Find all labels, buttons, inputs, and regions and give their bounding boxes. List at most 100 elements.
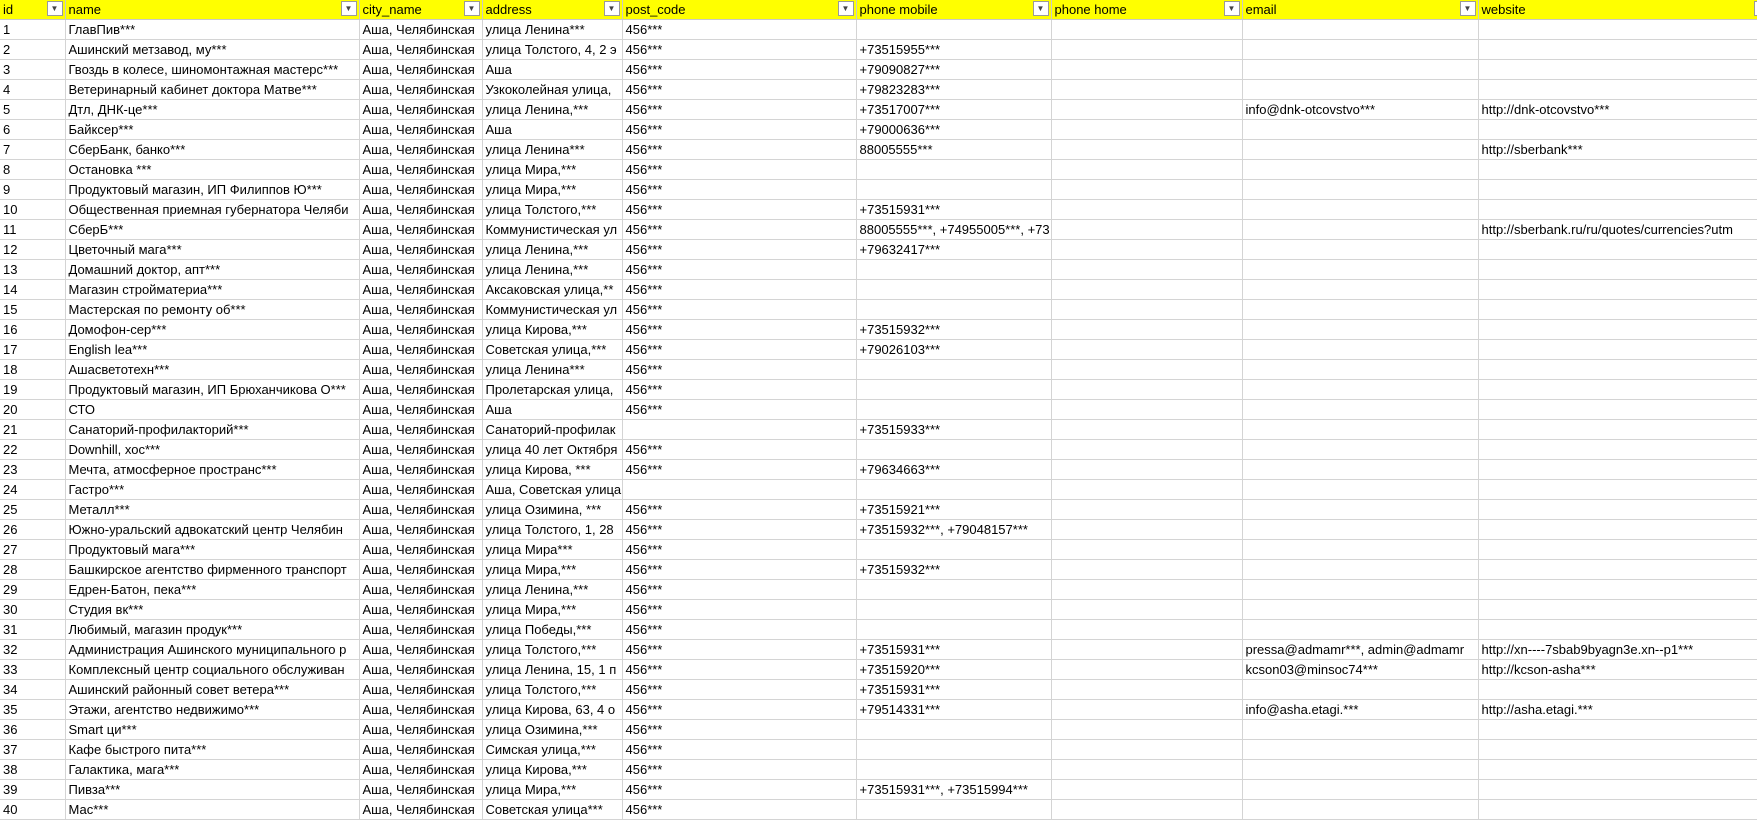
cell-address[interactable]: улица Ленина,***	[482, 239, 623, 260]
cell-post-code[interactable]: 456***	[622, 399, 857, 420]
cell-website[interactable]	[1478, 299, 1757, 320]
cell-id[interactable]: 35	[0, 699, 66, 720]
cell-city-name[interactable]: Аша, Челябинская	[359, 279, 483, 300]
cell-id[interactable]: 21	[0, 419, 66, 440]
cell-name[interactable]: Этажи, агентство недвижимо***	[65, 699, 360, 720]
cell-post-code[interactable]: 456***	[622, 539, 857, 560]
cell-email[interactable]	[1242, 59, 1479, 80]
cell-address[interactable]: Симская улица,***	[482, 739, 623, 760]
cell-email[interactable]	[1242, 779, 1479, 800]
cell-address[interactable]: улица Ленина***	[482, 359, 623, 380]
cell-website[interactable]	[1478, 159, 1757, 180]
cell-phone-home[interactable]	[1051, 59, 1243, 80]
header-email[interactable]: email ▼	[1242, 0, 1479, 20]
cell-post-code[interactable]: 456***	[622, 779, 857, 800]
cell-address[interactable]: улица Победы,***	[482, 619, 623, 640]
cell-post-code[interactable]: 456***	[622, 379, 857, 400]
cell-name[interactable]: Downhill, хос***	[65, 439, 360, 460]
chevron-down-icon[interactable]: ▼	[1459, 1, 1476, 16]
cell-id[interactable]: 33	[0, 659, 66, 680]
cell-name[interactable]: Дтл, ДНК-це***	[65, 99, 360, 120]
cell-phone-home[interactable]	[1051, 699, 1243, 720]
cell-name[interactable]: Продуктовый магазин, ИП Брюханчикова О**…	[65, 379, 360, 400]
cell-phone-home[interactable]	[1051, 419, 1243, 440]
cell-phone-home[interactable]	[1051, 599, 1243, 620]
cell-phone-home[interactable]	[1051, 279, 1243, 300]
header-post-code[interactable]: post_code ▼	[622, 0, 857, 20]
cell-post-code[interactable]: 456***	[622, 799, 857, 820]
chevron-down-icon[interactable]: ▼	[463, 1, 480, 16]
cell-city-name[interactable]: Аша, Челябинская	[359, 759, 483, 780]
cell-post-code[interactable]: 456***	[622, 179, 857, 200]
cell-city-name[interactable]: Аша, Челябинская	[359, 799, 483, 820]
chevron-down-icon[interactable]: ▼	[603, 1, 620, 16]
cell-email[interactable]	[1242, 359, 1479, 380]
cell-website[interactable]	[1478, 499, 1757, 520]
cell-phone-home[interactable]	[1051, 339, 1243, 360]
cell-email[interactable]: kcson03@minsoc74***	[1242, 659, 1479, 680]
cell-website[interactable]	[1478, 379, 1757, 400]
cell-email[interactable]	[1242, 179, 1479, 200]
cell-name[interactable]: Байксер***	[65, 119, 360, 140]
cell-address[interactable]: улица Кирова,***	[482, 759, 623, 780]
cell-address[interactable]: Аша, Советская улица	[482, 479, 623, 500]
cell-website[interactable]	[1478, 39, 1757, 60]
cell-phone-home[interactable]	[1051, 659, 1243, 680]
cell-id[interactable]: 20	[0, 399, 66, 420]
cell-address[interactable]: Узкоколейная улица,	[482, 79, 623, 100]
cell-address[interactable]: Коммунистическая ул	[482, 299, 623, 320]
cell-city-name[interactable]: Аша, Челябинская	[359, 19, 483, 40]
cell-address[interactable]: улица Мира,***	[482, 159, 623, 180]
cell-post-code[interactable]: 456***	[622, 739, 857, 760]
cell-city-name[interactable]: Аша, Челябинская	[359, 339, 483, 360]
cell-email[interactable]	[1242, 479, 1479, 500]
cell-address[interactable]: Аша	[482, 399, 623, 420]
cell-phone-mobile[interactable]: +73515932***	[856, 319, 1052, 340]
cell-phone-home[interactable]	[1051, 179, 1243, 200]
cell-address[interactable]: улица Озимина, ***	[482, 499, 623, 520]
cell-name[interactable]: Ашасветотехн***	[65, 359, 360, 380]
cell-id[interactable]: 12	[0, 239, 66, 260]
cell-post-code[interactable]: 456***	[622, 719, 857, 740]
cell-phone-mobile[interactable]: +79000636***	[856, 119, 1052, 140]
cell-city-name[interactable]: Аша, Челябинская	[359, 139, 483, 160]
cell-phone-home[interactable]	[1051, 39, 1243, 60]
cell-website[interactable]	[1478, 799, 1757, 820]
cell-address[interactable]: улица Мира,***	[482, 779, 623, 800]
cell-phone-mobile[interactable]: +73515931***	[856, 679, 1052, 700]
cell-city-name[interactable]: Аша, Челябинская	[359, 39, 483, 60]
cell-email[interactable]	[1242, 259, 1479, 280]
cell-email[interactable]	[1242, 199, 1479, 220]
cell-email[interactable]	[1242, 459, 1479, 480]
cell-id[interactable]: 27	[0, 539, 66, 560]
cell-phone-home[interactable]	[1051, 719, 1243, 740]
cell-city-name[interactable]: Аша, Челябинская	[359, 619, 483, 640]
cell-email[interactable]	[1242, 339, 1479, 360]
cell-post-code[interactable]: 456***	[622, 59, 857, 80]
cell-email[interactable]	[1242, 299, 1479, 320]
cell-name[interactable]: Любимый, магазин продук***	[65, 619, 360, 640]
cell-phone-home[interactable]	[1051, 579, 1243, 600]
cell-phone-home[interactable]	[1051, 359, 1243, 380]
cell-id[interactable]: 23	[0, 459, 66, 480]
cell-name[interactable]: Домофон-сер***	[65, 319, 360, 340]
cell-post-code[interactable]: 456***	[622, 239, 857, 260]
cell-phone-mobile[interactable]: +73515931***	[856, 199, 1052, 220]
cell-phone-mobile[interactable]: +79632417***	[856, 239, 1052, 260]
cell-post-code[interactable]: 456***	[622, 99, 857, 120]
cell-id[interactable]: 10	[0, 199, 66, 220]
cell-phone-mobile[interactable]	[856, 359, 1052, 380]
cell-phone-home[interactable]	[1051, 759, 1243, 780]
cell-post-code[interactable]: 456***	[622, 499, 857, 520]
cell-post-code[interactable]: 456***	[622, 359, 857, 380]
cell-website[interactable]	[1478, 359, 1757, 380]
cell-phone-home[interactable]	[1051, 679, 1243, 700]
cell-website[interactable]	[1478, 759, 1757, 780]
cell-email[interactable]	[1242, 679, 1479, 700]
cell-post-code[interactable]: 456***	[622, 319, 857, 340]
cell-email[interactable]	[1242, 19, 1479, 40]
cell-id[interactable]: 8	[0, 159, 66, 180]
cell-phone-mobile[interactable]: +73517007***	[856, 99, 1052, 120]
cell-website[interactable]: http://sberbank.ru/ru/quotes/currencies?…	[1478, 219, 1757, 240]
cell-name[interactable]: Smart ци***	[65, 719, 360, 740]
